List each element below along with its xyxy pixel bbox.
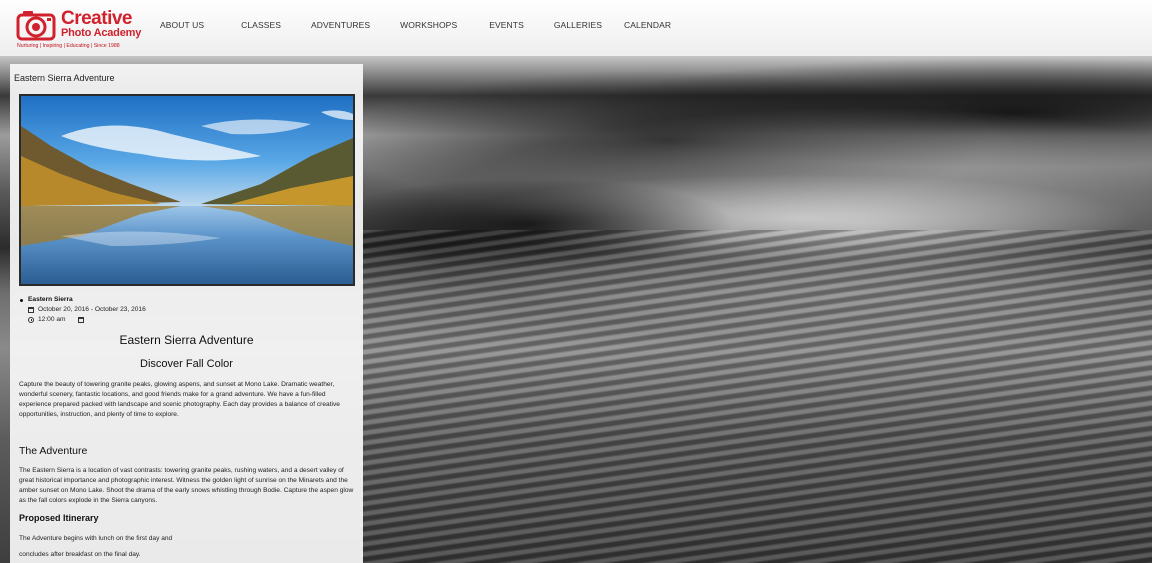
event-dates-row: October 20, 2016 - October 23, 2016 xyxy=(19,306,146,313)
intro-paragraph: Capture the beauty of towering granite p… xyxy=(19,381,340,418)
content-panel: Eastern Sierra Adventure Eastern Sierra … xyxy=(10,64,363,563)
calendar-icon xyxy=(28,306,34,313)
itinerary-line-2: concludes after breakfast on the final d… xyxy=(19,551,141,558)
site-header: Creative Photo Academy Nurturing | Inspi… xyxy=(0,0,1152,56)
event-meta: Eastern Sierra October 20, 2016 - Octobe… xyxy=(19,296,146,323)
adventure-paragraph: The Eastern Sierra is a location of vast… xyxy=(19,467,354,504)
camera-icon xyxy=(16,11,56,41)
event-time-row: 12:00 am xyxy=(19,316,146,323)
itinerary-line-1: The Adventure begins with lunch on the f… xyxy=(19,535,173,542)
nav-item-adventures[interactable]: ADVENTURES xyxy=(311,20,370,30)
event-time: 12:00 am xyxy=(38,316,66,323)
main-nav: ABOUT US CLASSES ADVENTURES WORKSHOPS EV… xyxy=(152,20,671,30)
adventure-heading: The Adventure xyxy=(19,445,88,457)
nav-item-calendar[interactable]: CALENDAR xyxy=(624,20,671,30)
clock-icon xyxy=(28,316,34,323)
nav-item-about-us[interactable]: ABOUT US xyxy=(160,20,204,30)
event-location[interactable]: Eastern Sierra xyxy=(19,296,146,303)
itinerary-heading: Proposed Itinerary xyxy=(19,513,99,523)
nav-item-workshops[interactable]: WORKSHOPS xyxy=(400,20,457,30)
nav-item-classes[interactable]: CLASSES xyxy=(241,20,281,30)
page-title: Eastern Sierra Adventure xyxy=(14,73,115,83)
event-subheading: Discover Fall Color xyxy=(140,358,233,370)
add-to-calendar-icon[interactable] xyxy=(77,316,84,323)
logo-name-line2: Photo Academy xyxy=(61,27,142,39)
event-photo xyxy=(19,94,355,286)
logo-tagline: Nurturing | Inspiring | Educating | Sinc… xyxy=(17,43,120,49)
event-dates: October 20, 2016 - October 23, 2016 xyxy=(38,306,146,313)
event-heading: Eastern Sierra Adventure xyxy=(119,333,254,347)
site-logo[interactable]: Creative Photo Academy Nurturing | Inspi… xyxy=(14,6,144,52)
sand-ripples xyxy=(360,230,1152,563)
logo-name-line1: Creative xyxy=(61,8,133,29)
nav-item-galleries[interactable]: GALLERIES xyxy=(554,20,602,30)
nav-item-events[interactable]: EVENTS xyxy=(489,20,524,30)
